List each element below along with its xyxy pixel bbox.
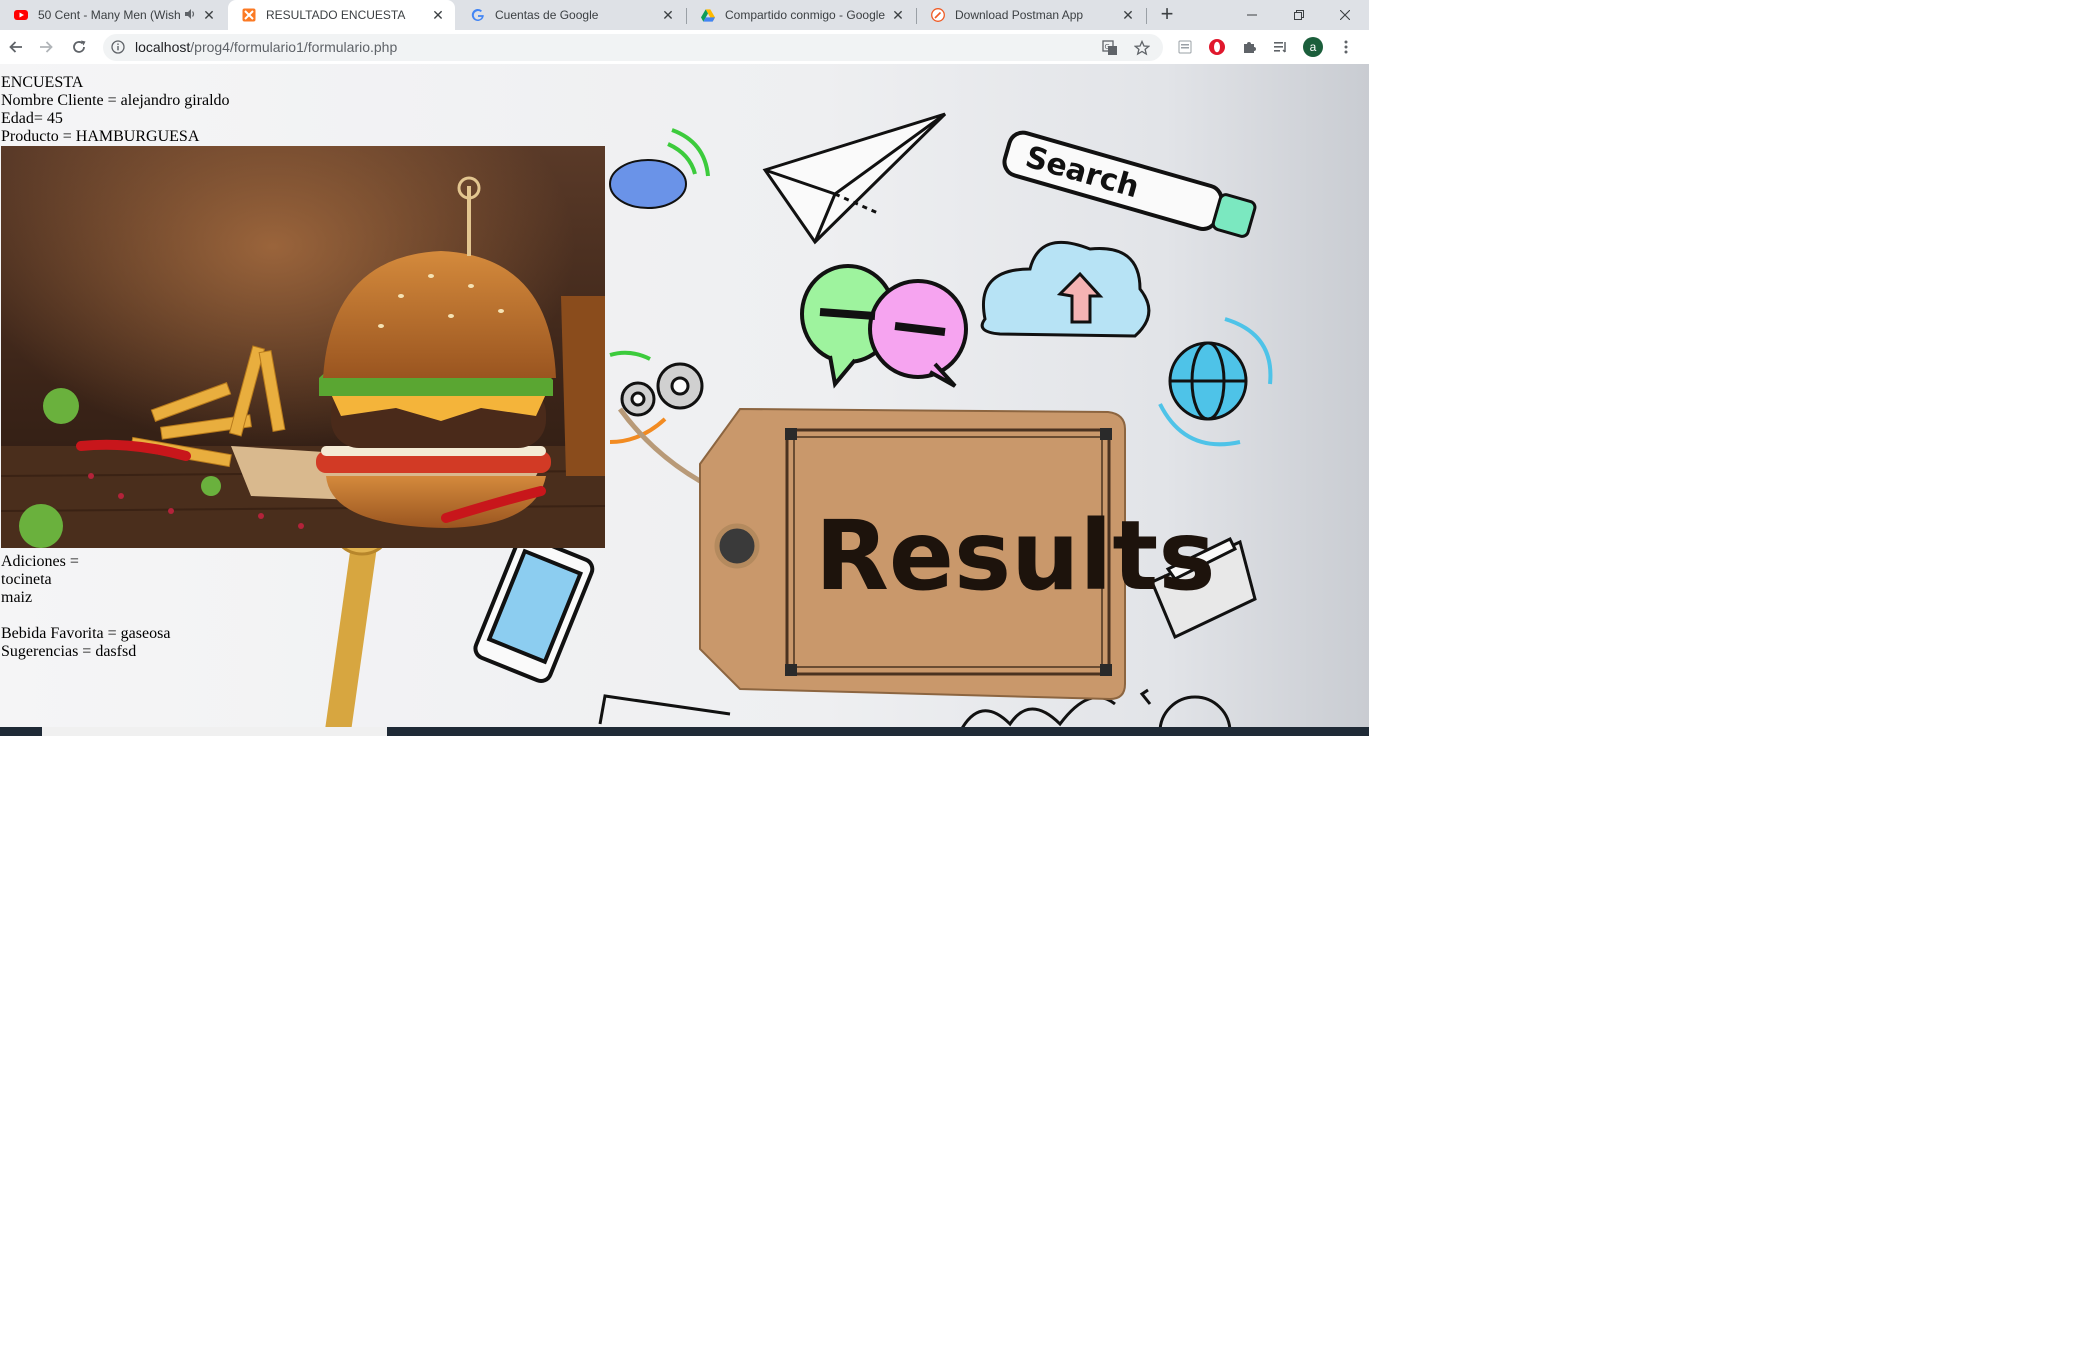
producto-text: Producto = HAMBURGUESA [1, 128, 200, 145]
opera-vpn-icon[interactable] [1207, 37, 1227, 57]
svg-text:G: G [1105, 43, 1110, 51]
close-icon[interactable]: ✕ [659, 6, 677, 24]
back-button[interactable] [3, 34, 29, 60]
tab-title: 50 Cent - Many Men (Wish [38, 8, 180, 22]
minimize-button[interactable] [1229, 0, 1275, 30]
close-icon[interactable]: ✕ [429, 6, 447, 24]
results-tag: Results [617, 407, 1215, 701]
restore-button[interactable] [1276, 0, 1322, 30]
google-icon [471, 8, 485, 22]
close-icon[interactable]: ✕ [200, 6, 218, 24]
tab-separator [1146, 8, 1147, 24]
gears-icon [620, 362, 704, 417]
survey-results-bottom: Adiciones = tocineta maiz Bebida Favorit… [1, 553, 170, 661]
nombre-cliente-text: Nombre Cliente = alejandro giraldo [1, 92, 230, 109]
globe-icon [1158, 317, 1273, 447]
sugerencias-text: Sugerencias = dasfsd [1, 643, 137, 660]
browser-window: 50 Cent - Many Men (Wish ✕ RESULTADO ENC… [0, 0, 1369, 736]
page-viewport: Search Results ENCUESTA Nombre Cliente =… [0, 64, 1369, 736]
tab-title: Download Postman App [955, 8, 1084, 22]
url-path: /prog4/formulario1/formulario.php [190, 39, 398, 55]
search-pencil-icon: Search [1002, 130, 1257, 238]
bebida-favorita-text: Bebida Favorita = gaseosa [1, 625, 171, 642]
new-tab-button[interactable]: + [1155, 3, 1179, 27]
svg-text:Results: Results [815, 500, 1215, 612]
close-icon[interactable]: ✕ [1119, 6, 1137, 24]
address-bar[interactable]: localhost/prog4/formulario1/formulario.p… [103, 34, 1163, 61]
tab-resultado-encuesta[interactable]: RESULTADO ENCUESTA ✕ [228, 0, 455, 30]
chat-bubbles-icon [800, 264, 968, 389]
reload-button[interactable] [66, 34, 92, 60]
tab-title: Compartido conmigo - Google [725, 8, 886, 22]
postman-icon [931, 8, 945, 22]
audio-icon[interactable] [184, 8, 200, 23]
url-host: localhost [135, 39, 191, 55]
wifi-cloud-icon [609, 128, 710, 209]
tab-title: Cuentas de Google [495, 8, 599, 22]
green-arrow-icon [609, 350, 651, 361]
info-icon[interactable] [111, 40, 125, 54]
hamburger-image [1, 146, 605, 548]
page-title: ENCUESTA [1, 74, 84, 91]
tab-strip: 50 Cent - Many Men (Wish ✕ RESULTADO ENC… [0, 0, 1369, 30]
tab-title: RESULTADO ENCUESTA [266, 8, 406, 22]
drive-icon [701, 8, 715, 22]
close-icon[interactable]: ✕ [889, 6, 907, 24]
phone-icon [473, 534, 595, 684]
url-text[interactable]: localhost/prog4/formulario1/formulario.p… [135, 39, 397, 55]
reading-list-icon[interactable] [1271, 37, 1291, 57]
edad-text: Edad= 45 [1, 110, 63, 127]
survey-results-top: ENCUESTA Nombre Cliente = alejandro gira… [1, 74, 230, 146]
extensions-puzzle-icon[interactable] [1239, 37, 1259, 57]
menu-kebab-icon[interactable] [1336, 37, 1356, 57]
browser-toolbar: localhost/prog4/formulario1/formulario.p… [0, 30, 1369, 64]
tab-postman[interactable]: Download Postman App ✕ [917, 0, 1145, 30]
tab-cuentas-google[interactable]: Cuentas de Google ✕ [457, 0, 685, 30]
translate-icon[interactable]: G [1101, 39, 1119, 57]
adicion-item: tocineta [1, 571, 52, 588]
close-window-button[interactable] [1322, 0, 1368, 30]
youtube-icon [14, 8, 28, 22]
profile-avatar[interactable]: a [1303, 37, 1323, 57]
adiciones-label: Adiciones = [1, 553, 79, 570]
extension-page-icon[interactable] [1175, 37, 1195, 57]
forward-button[interactable] [33, 34, 59, 60]
windows-taskbar [0, 727, 1369, 736]
xampp-icon [242, 8, 256, 22]
tab-youtube[interactable]: 50 Cent - Many Men (Wish ✕ [0, 0, 226, 30]
bookmark-star-icon[interactable] [1133, 39, 1151, 57]
paper-plane-icon [762, 112, 947, 245]
cloud-upload-icon [980, 240, 1151, 338]
adicion-item: maiz [1, 589, 33, 606]
taskbar-search-box[interactable] [42, 727, 387, 736]
tab-google-drive[interactable]: Compartido conmigo - Google ✕ [687, 0, 915, 30]
